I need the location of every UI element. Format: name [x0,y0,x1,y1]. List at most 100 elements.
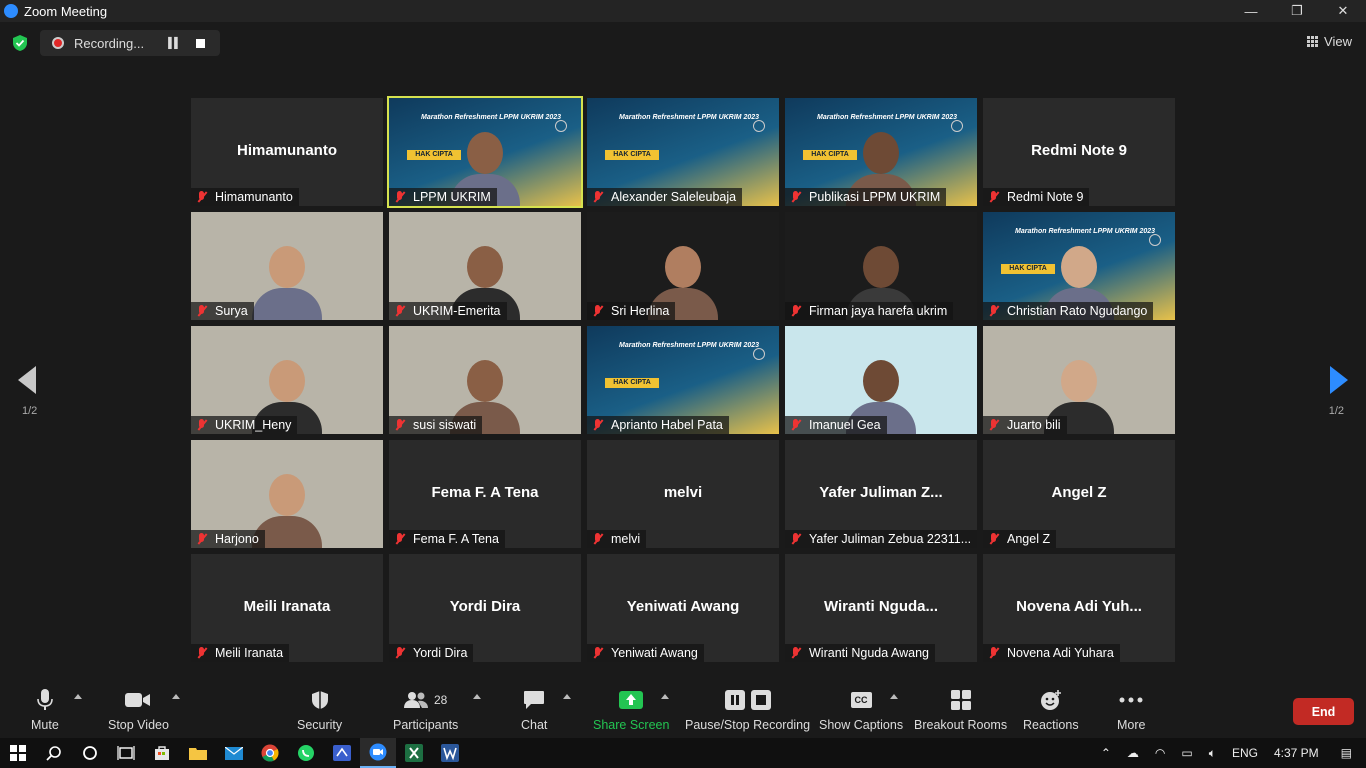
participant-name-tag: Firman jaya harefa ukrim [785,302,954,320]
zoom-taskbar-icon[interactable] [360,738,396,768]
chrome-icon[interactable] [252,738,288,768]
view-button[interactable]: View [1307,34,1352,49]
grid-view-icon [1307,36,1319,47]
share-options-chevron-icon[interactable] [661,694,669,699]
slide-title: Marathon Refreshment LPPM UKRIM 2023 [619,342,760,349]
participant-tile[interactable]: Meili Iranata Meili Iranata [191,554,383,662]
participant-name-tag: Meili Iranata [191,644,290,662]
search-icon[interactable] [36,738,72,768]
participant-tile[interactable]: Yafer Juliman Z... Yafer Juliman Zebua 22… [785,440,977,548]
excel-icon[interactable] [396,738,432,768]
task-view-icon[interactable] [108,738,144,768]
share-screen-button[interactable]: Share Screen [593,688,669,732]
breakout-rooms-button[interactable]: Breakout Rooms [914,688,1007,732]
participant-name-tag: Imanuel Gea [785,416,887,434]
participant-name-tag: Angel Z [983,530,1057,548]
participant-name: Himamunanto [215,190,293,204]
participant-tile[interactable]: melvi melvi [587,440,779,548]
captions-options-chevron-icon[interactable] [890,694,898,699]
participant-tile[interactable]: Harjono [191,440,383,548]
participant-tile[interactable]: Yordi Dira Yordi Dira [389,554,581,662]
reactions-button[interactable]: Reactions [1023,688,1079,732]
participant-tile[interactable]: UKRIM-Emerita [389,212,581,320]
participant-tile[interactable]: Angel Z Angel Z [983,440,1175,548]
onedrive-icon[interactable]: ☁ [1127,746,1139,760]
participant-tile[interactable]: Novena Adi Yuh... Novena Adi Yuhara [983,554,1175,662]
participant-name-tag: susi siswati [389,416,483,434]
stop-recording-icon[interactable] [196,38,206,48]
participant-name: Yeniwati Awang [611,646,698,660]
participant-tile[interactable]: Redmi Note 9 Redmi Note 9 [983,98,1175,206]
participant-tile[interactable]: Marathon Refreshment LPPM UKRIM 2023 HAK … [983,212,1175,320]
chat-options-chevron-icon[interactable] [563,694,571,699]
participant-tile[interactable]: Marathon Refreshment LPPM UKRIM 2023 HAK … [387,96,583,208]
participant-name-tag: Christian Rato Ngudango [983,302,1154,320]
mute-button[interactable]: Mute [31,688,59,732]
participant-tile[interactable]: Yeniwati Awang Yeniwati Awang [587,554,779,662]
participant-tile[interactable]: Wiranti Nguda... Wiranti Nguda Awang [785,554,977,662]
reactions-label: Reactions [1023,718,1079,732]
audio-options-chevron-icon[interactable] [74,694,82,699]
participant-tile[interactable]: Marathon Refreshment LPPM UKRIM 2023 HAK … [785,98,977,206]
participant-tile[interactable]: Firman jaya harefa ukrim [785,212,977,320]
slide-title: Marathon Refreshment LPPM UKRIM 2023 [421,114,562,121]
whatsapp-icon[interactable] [288,738,324,768]
participant-tile[interactable]: Himamunanto Himamunanto [191,98,383,206]
muted-microphone-icon [393,418,407,432]
app-icon[interactable] [324,738,360,768]
file-explorer-icon[interactable] [180,738,216,768]
participant-tile[interactable]: Imanuel Gea [785,326,977,434]
pause-recording-icon[interactable]: ▌▌ [168,38,181,49]
windows-start-icon[interactable] [0,738,36,768]
slide-circle-icon [951,120,963,132]
language-indicator[interactable]: ENG [1232,746,1258,760]
show-captions-label: Show Captions [819,718,904,732]
participant-name-tag: UKRIM_Heny [191,416,298,434]
participants-button[interactable]: 28 Participants [393,688,458,732]
participant-tile[interactable]: susi siswati [389,326,581,434]
clock[interactable]: 4:37 PM [1274,746,1319,760]
cortana-icon[interactable] [72,738,108,768]
muted-microphone-icon [987,418,1001,432]
participant-name-tag: Yafer Juliman Zebua 22311... [785,530,977,548]
participant-tile[interactable]: Marathon Refreshment LPPM UKRIM 2023 HAK … [587,98,779,206]
participant-tile[interactable]: UKRIM_Heny [191,326,383,434]
participant-tile[interactable]: Surya [191,212,383,320]
participant-name-tag: Himamunanto [191,188,299,206]
more-button[interactable]: More [1117,688,1145,732]
minimize-button[interactable]: — [1228,0,1274,22]
video-options-chevron-icon[interactable] [172,694,180,699]
muted-microphone-icon [987,304,1001,318]
stop-video-button[interactable]: Stop Video [108,688,169,732]
chat-button[interactable]: Chat [521,688,547,732]
participant-video-person [252,240,322,320]
previous-page-arrow-icon[interactable] [18,366,36,394]
participant-tile[interactable]: Sri Herlina [587,212,779,320]
encryption-shield-icon[interactable] [10,33,30,53]
participant-name-tag: Surya [191,302,254,320]
close-button[interactable]: ✕ [1320,0,1366,22]
security-button[interactable]: Security [297,688,342,732]
tray-expand-chevron-icon[interactable]: ⌃ [1101,746,1111,760]
view-label: View [1324,34,1352,49]
volume-icon[interactable]: 🔈︎ [1209,746,1216,761]
participant-name-tag: Sri Herlina [587,302,676,320]
pause-stop-recording-button[interactable]: Pause/Stop Recording [685,688,810,732]
participant-tile[interactable]: Juarto bili [983,326,1175,434]
participant-name: LPPM UKRIM [413,190,491,204]
muted-microphone-icon [591,304,605,318]
participant-tile[interactable]: Fema F. A Tena Fema F. A Tena [389,440,581,548]
slide-circle-icon [555,120,567,132]
mail-icon[interactable] [216,738,252,768]
notifications-icon[interactable]: ▤ [1341,746,1352,760]
muted-microphone-icon [789,532,803,546]
battery-icon[interactable]: ▭ [1181,746,1192,760]
next-page-arrow-icon[interactable] [1330,366,1348,394]
participants-options-chevron-icon[interactable] [473,694,481,699]
store-icon[interactable] [144,738,180,768]
word-icon[interactable] [432,738,468,768]
participant-tile[interactable]: Marathon Refreshment LPPM UKRIM 2023 HAK … [587,326,779,434]
restore-button[interactable]: ❐ [1274,0,1320,22]
wifi-icon[interactable]: ◠ [1155,746,1165,760]
end-meeting-button[interactable]: End [1293,698,1354,725]
